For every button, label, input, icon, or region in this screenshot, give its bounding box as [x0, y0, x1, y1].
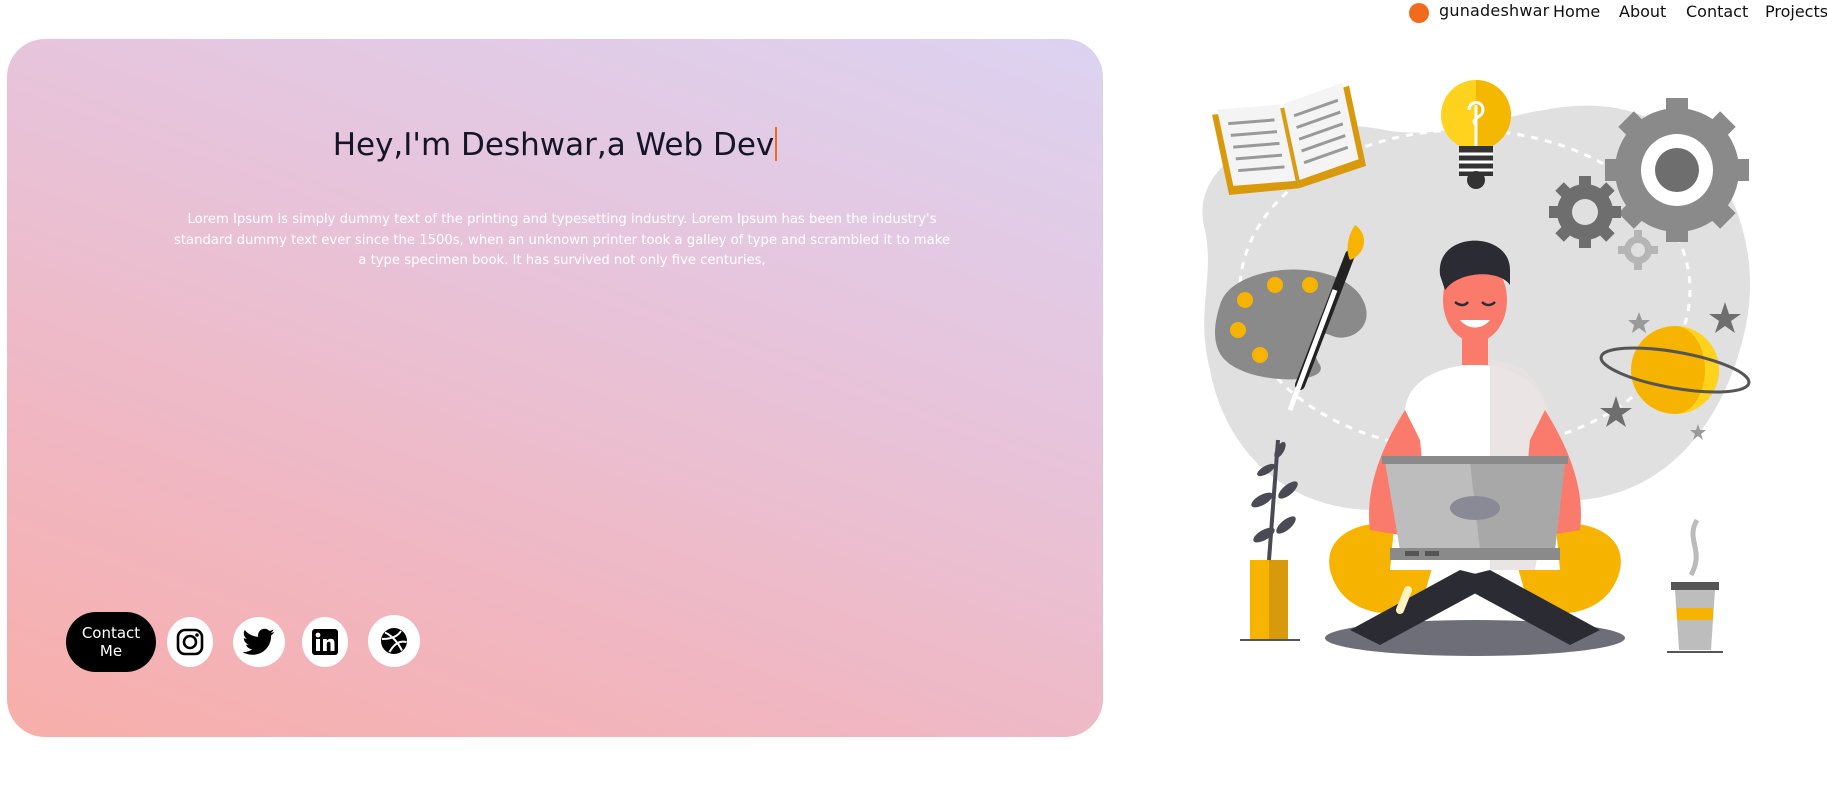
- brand-logo-dot: [1409, 3, 1429, 23]
- dribbble-icon: [381, 628, 407, 654]
- brand-name[interactable]: gunadeshwar: [1439, 1, 1549, 20]
- top-nav: gunadeshwar Home About Contact Projects: [1405, 0, 1827, 26]
- contact-me-button[interactable]: Contact Me: [66, 612, 156, 672]
- nav-about[interactable]: About: [1619, 2, 1666, 21]
- hero-title: Hey,I'm Deshwar,a Web Dev: [7, 127, 1103, 163]
- linkedin-link[interactable]: [302, 617, 348, 667]
- twitter-icon: [243, 628, 275, 655]
- nav-contact[interactable]: Contact: [1686, 2, 1748, 21]
- nav-home[interactable]: Home: [1553, 2, 1600, 21]
- hero-description: Lorem Ipsum is simply dummy text of the …: [173, 212, 951, 268]
- nav-projects[interactable]: Projects: [1765, 2, 1827, 21]
- medium-gear-icon: [1549, 176, 1621, 248]
- instagram-icon: [176, 628, 204, 656]
- coffee-cup-icon: [1667, 518, 1723, 653]
- large-gear-icon: [1605, 98, 1749, 242]
- instagram-link[interactable]: [167, 617, 213, 667]
- developer-illustration: [1202, 80, 1751, 656]
- hero-title-text: Hey,I'm Deshwar,a Web Dev: [332, 127, 775, 163]
- hero-card: Hey,I'm Deshwar,a Web Dev Lorem Ipsum is…: [7, 39, 1103, 737]
- twitter-link[interactable]: [233, 617, 285, 667]
- contact-me-label: Contact Me: [81, 624, 141, 660]
- dribbble-link[interactable]: [368, 615, 420, 667]
- typing-caret: [775, 127, 778, 161]
- linkedin-icon: [312, 629, 338, 655]
